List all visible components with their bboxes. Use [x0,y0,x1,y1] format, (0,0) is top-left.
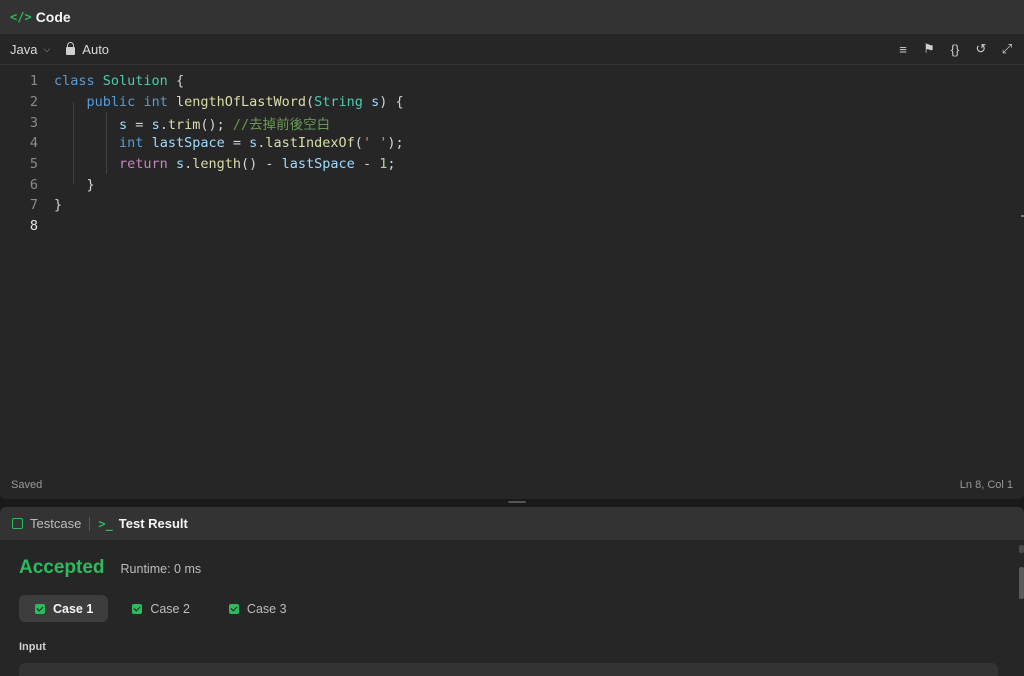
chevron-down-icon: ⌵ [43,43,51,54]
expand-icon[interactable]: ⤢ [1000,41,1014,57]
input-value-box [19,663,998,676]
case-tab-3[interactable]: Case 3 [213,595,302,622]
code-editor[interactable]: 1 class Solution { 2 public int lengthOf… [0,71,1020,451]
status-accepted: Accepted [19,557,105,578]
check-icon [228,603,239,614]
case-tab-1[interactable]: Case 1 [19,595,109,622]
language-select[interactable]: Java ⌵ [10,42,50,57]
input-label: Input [19,641,46,653]
editor-toolbar: Java ⌵ Auto ≡ ⚑ {} ↺ ⤢ [0,34,1024,65]
language-label: Java [10,41,38,57]
code-line: 7 } [0,195,1020,216]
code-text: s = s.trim(); //去掉前後空白 [119,116,331,133]
case-tabs: Case 1 Case 2 Case 3 [19,595,1005,622]
code-text: } [86,176,95,193]
code-text: } [54,197,63,214]
code-text: class Solution { [54,73,185,90]
line-number: 4 [29,135,38,152]
indent-guide [106,112,107,174]
result-panel: Testcase >_ Test Result Accepted Runtime… [0,507,1024,676]
line-number: 3 [29,114,38,131]
tab-testcase-label: Testcase [30,516,82,531]
panel-resize-handle[interactable] [508,501,526,503]
code-panel: </> Code Java ⌵ Auto ≡ ⚑ {} ↺ ⤢ 1 class … [0,0,1024,499]
auto-mode-label: Auto [82,41,110,57]
code-line: 1 class Solution { [0,71,1020,92]
indent-guide [73,102,74,184]
saved-status: Saved [11,479,43,491]
runtime-text: Runtime: 0 ms [120,562,202,576]
tab-test-result-label: Test Result [118,516,188,531]
case-label: Case 1 [53,601,94,616]
scrollbar-arrow[interactable] [1019,545,1024,553]
line-number: 8 [29,218,38,235]
terminal-icon: >_ [98,516,113,531]
cursor-position: Ln 8, Col 1 [959,479,1013,491]
code-text: public int lengthOfLastWord(String s) { [86,94,404,111]
code-line: 5 return s.length() - lastSpace - 1; [0,154,1020,175]
code-panel-header: </> Code [0,0,1024,34]
editor-tools: ≡ ⚑ {} ↺ ⤢ [896,41,1014,57]
editor-statusbar: Saved Ln 8, Col 1 [0,479,1024,491]
line-number: 2 [29,94,38,111]
case-label: Case 3 [246,601,287,616]
tab-test-result[interactable]: >_ Test Result [98,516,188,531]
result-body: Accepted Runtime: 0 ms Case 1 Case 2 Cas… [0,540,1024,676]
checkbox-icon [12,518,23,529]
case-label: Case 2 [150,601,190,616]
braces-icon[interactable]: {} [948,42,962,57]
case-tab-2[interactable]: Case 2 [116,595,205,622]
check-icon [132,603,143,614]
format-icon[interactable]: ≡ [896,42,910,57]
code-line: 4 int lastSpace = s.lastIndexOf(' '); [0,133,1020,154]
line-number: 6 [29,176,38,193]
tab-divider [89,516,91,531]
code-brackets-icon: </> [10,10,32,24]
result-summary: Accepted Runtime: 0 ms [19,557,1005,579]
code-line-current: 8 [0,216,1020,237]
code-line: 2 public int lengthOfLastWord(String s) … [0,92,1020,113]
line-number: 1 [29,73,38,90]
lock-icon [66,42,76,55]
tab-testcase[interactable]: Testcase [12,516,81,531]
line-number: 7 [29,197,38,214]
code-line: 6 } [0,174,1020,195]
code-line: 3 s = s.trim(); //去掉前後空白 [0,112,1020,133]
result-tabbar: Testcase >_ Test Result [0,507,1024,540]
check-icon [35,603,45,614]
line-number: 5 [29,156,38,173]
auto-mode-toggle[interactable]: Auto [66,42,109,57]
result-scrollbar-thumb[interactable] [1019,567,1024,599]
reset-icon[interactable]: ↺ [974,41,988,57]
bookmark-icon[interactable]: ⚑ [922,41,936,57]
code-panel-title: Code [35,9,71,25]
